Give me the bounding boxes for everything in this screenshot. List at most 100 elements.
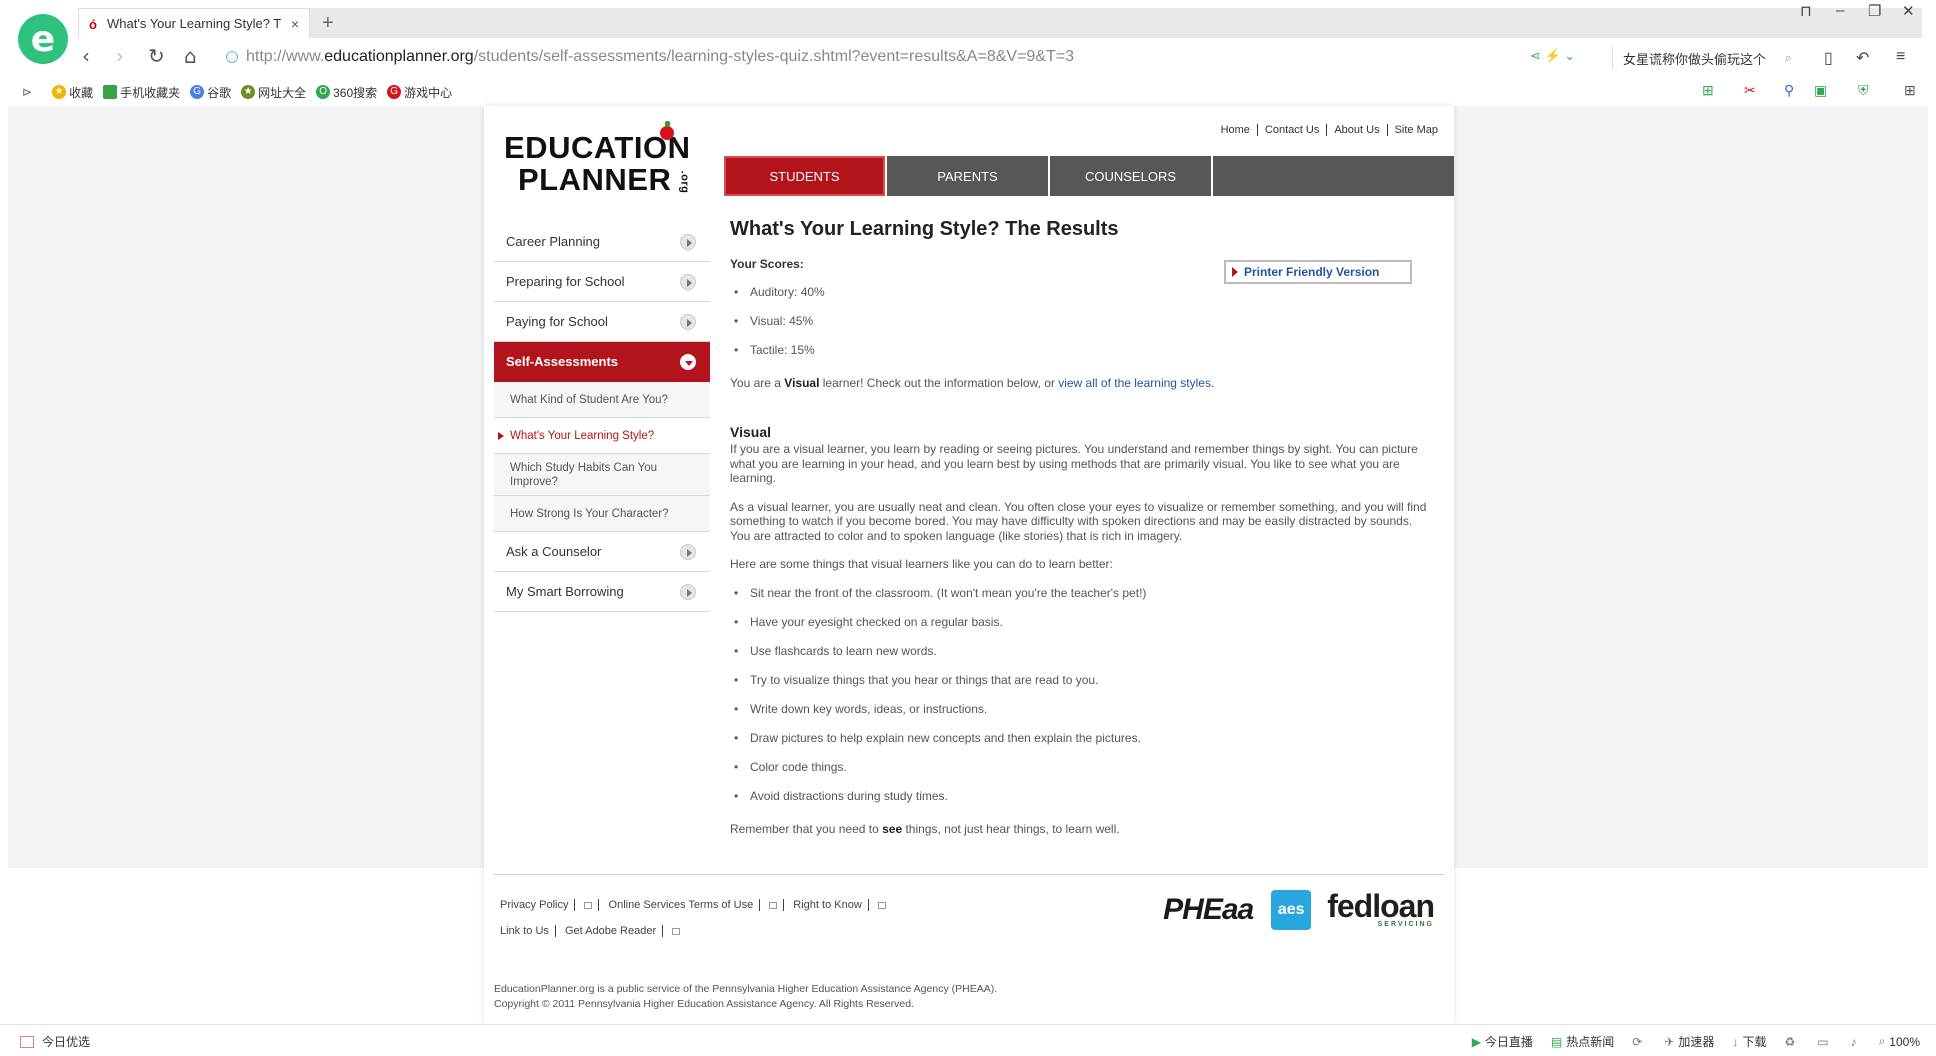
sidebar: Career Planning Preparing for School Pay… xyxy=(494,222,710,612)
gamepad-icon[interactable]: ▣ xyxy=(1814,82,1827,99)
shield-icon[interactable]: ⛨ xyxy=(1858,82,1869,99)
chevron-down-icon xyxy=(680,354,696,370)
forward-icon[interactable]: › xyxy=(116,44,124,68)
copyright: EducationPlanner.org is a public service… xyxy=(494,983,998,1010)
adobe-reader-link[interactable]: Get Adobe Reader xyxy=(564,925,686,937)
sidebar-item-preparing[interactable]: Preparing for School xyxy=(494,262,710,302)
sidebar-toggle-icon[interactable]: ⊳ xyxy=(22,85,32,99)
score-visual: Visual: 45% xyxy=(730,314,1434,343)
live-item[interactable]: ▶ 今日直播 xyxy=(1472,1033,1533,1050)
window-item[interactable]: ▭ xyxy=(1817,1035,1832,1049)
search-suggestion: 女星谎称你做头偷玩这个 xyxy=(1623,51,1767,67)
sidebar-subitem-character[interactable]: How Strong Is Your Character? xyxy=(494,496,710,532)
address-toolbar: ‹ › ↻ ⌂ http://www. educationplanner.org /… xyxy=(0,40,1936,76)
link-to-us-link[interactable]: Link to Us xyxy=(500,925,556,937)
terms-link[interactable]: Online Services Terms of Use xyxy=(608,899,785,911)
sidebar-item-career[interactable]: Career Planning xyxy=(494,222,710,262)
bookmark-games[interactable]: G 游戏中心 xyxy=(387,84,452,101)
menu-icon[interactable]: ≡ xyxy=(1896,48,1905,66)
address-bar[interactable]: http://www. educationplanner.org/students… xyxy=(226,44,1526,70)
bookmark-google[interactable]: G 谷歌 xyxy=(190,84,231,101)
tab-counselors[interactable]: COUNSELORS xyxy=(1050,156,1213,196)
tab-students[interactable]: STUDENTS xyxy=(724,156,887,196)
sidebar-item-borrowing[interactable]: My Smart Borrowing xyxy=(494,572,710,612)
site-logo[interactable]: EDUCATION PLANNER .org xyxy=(504,121,704,198)
new-tab-button[interactable]: + xyxy=(322,12,334,35)
back-icon[interactable]: ‹ xyxy=(82,44,90,68)
logo-line2: PLANNER .org xyxy=(518,162,691,197)
tab-close-icon[interactable]: × xyxy=(291,16,299,32)
scores-list: Auditory: 40% Visual: 45% Tactile: 15% xyxy=(730,285,1434,372)
reload-icon[interactable]: ↻ xyxy=(148,44,165,68)
aes-logo[interactable]: aes xyxy=(1271,890,1312,930)
clean-item[interactable]: ♻ xyxy=(1784,1035,1799,1049)
bookmark-favorites[interactable]: ★ 收藏 xyxy=(52,84,93,101)
paragraph-1: If you are a visual learner, you learn b… xyxy=(730,442,1418,485)
view-all-styles-link[interactable]: view all of the learning styles xyxy=(1058,376,1211,390)
news-item[interactable]: ▤ 热点新闻 xyxy=(1551,1033,1614,1050)
zoom-icon: ⌕ xyxy=(1878,1034,1886,1048)
sidebar-item-self-assessments[interactable]: Self-Assessments xyxy=(494,342,710,382)
daily-picks[interactable]: 今日优选 xyxy=(20,1033,90,1050)
bookmarks-bar: ⊳ ★ 收藏 手机收藏夹 G 谷歌 ★ 网址大全 O 360搜索 G 游戏中心 xyxy=(0,80,1936,104)
sitemap-link[interactable]: Site Map xyxy=(1388,124,1438,136)
download-item[interactable]: ↓ 下载 xyxy=(1732,1033,1766,1050)
sidebar-subitem-learning-style[interactable]: What's Your Learning Style? xyxy=(494,418,710,454)
restore-icon[interactable]: ❐ xyxy=(1868,2,1881,20)
tab-strip: ó What's Your Learning Style? T × + xyxy=(78,8,1922,38)
sidebar-subitem-student-kind[interactable]: What Kind of Student Are You? xyxy=(494,382,710,418)
tab-parents[interactable]: PARENTS xyxy=(887,156,1050,196)
list-item: Sit near the front of the classroom. (It… xyxy=(730,586,1434,615)
zoom-item[interactable]: ⌕ 100% xyxy=(1879,1034,1920,1049)
refresh-icon: ⟳ xyxy=(1632,1034,1643,1049)
apple-logo-icon xyxy=(660,121,674,140)
right-to-know-link[interactable]: Right to Know xyxy=(793,899,891,911)
search-icon[interactable]: ⌕ xyxy=(1785,50,1792,66)
contact-link[interactable]: Contact Us xyxy=(1258,124,1328,136)
about-link[interactable]: About Us xyxy=(1327,124,1388,136)
paragraph-2: As a visual learner, you are usually nea… xyxy=(730,499,1427,543)
share-flash-icons[interactable]: ⋖ ⚡ ⌄ xyxy=(1530,48,1575,64)
chevron-right-icon xyxy=(680,234,696,250)
search-input[interactable]: 女星谎称你做头偷玩这个 ⌕ xyxy=(1612,46,1792,70)
site-info-icon[interactable] xyxy=(226,51,238,63)
home-icon[interactable]: ⌂ xyxy=(184,44,197,68)
gift-icon xyxy=(20,1035,34,1048)
list-item: Try to visualize things that you hear or… xyxy=(730,673,1434,702)
home-link[interactable]: Home xyxy=(1214,124,1258,136)
sidebar-subitem-study-habits[interactable]: Which Study Habits Can You Improve? xyxy=(494,454,710,496)
pin-icon[interactable]: ⊓ xyxy=(1800,2,1812,20)
chevron-right-icon xyxy=(680,314,696,330)
sound-item[interactable]: ♪ xyxy=(1851,1035,1861,1049)
tab-active[interactable]: ó What's Your Learning Style? T × xyxy=(78,8,310,38)
printer-friendly-button[interactable]: Printer Friendly Version xyxy=(1224,260,1412,284)
apps-grid-icon[interactable]: ⊞ xyxy=(1904,82,1916,99)
phone-icon[interactable]: ▯ xyxy=(1824,48,1833,68)
privacy-link[interactable]: Privacy Policy xyxy=(500,899,600,911)
speaker-icon: ♪ xyxy=(1850,1034,1857,1049)
external-link-icon xyxy=(877,901,886,909)
mobile-icon xyxy=(103,85,118,99)
close-window-icon[interactable]: ✕ xyxy=(1902,2,1915,20)
minimize-icon[interactable]: – xyxy=(1836,2,1844,19)
chevron-right-icon xyxy=(680,584,696,600)
bookmark-directory[interactable]: ★ 网址大全 xyxy=(241,84,306,101)
refresh-item[interactable]: ⟳ xyxy=(1632,1035,1646,1049)
undo-icon[interactable]: ↶ xyxy=(1856,48,1869,68)
bookmark-mobile[interactable]: 手机收藏夹 xyxy=(103,84,180,101)
translate-icon[interactable]: ⊞ xyxy=(1702,82,1714,99)
apple-favicon-icon: ó xyxy=(89,16,97,32)
logo-line1: EDUCATION xyxy=(504,130,691,165)
directory-icon: ★ xyxy=(241,85,256,99)
status-bar: 今日优选 ▶ 今日直播 ▤ 热点新闻 ⟳ ✈ 加速器 ↓ 下载 ♻ ▭ ♪ ⌕ 100% xyxy=(0,1024,1936,1056)
sidebar-item-counselor[interactable]: Ask a Counselor xyxy=(494,532,710,572)
sidebar-item-paying[interactable]: Paying for School xyxy=(494,302,710,342)
magnifier-icon[interactable]: ⚲ xyxy=(1784,82,1794,99)
rocket-icon: ✈ xyxy=(1664,1034,1675,1049)
pheaa-logo[interactable]: PHEaa xyxy=(1163,893,1254,927)
fedloan-logo[interactable]: fedloan SERVICING xyxy=(1327,890,1435,929)
accelerator-item[interactable]: ✈ 加速器 xyxy=(1664,1033,1714,1050)
scissors-icon[interactable]: ✂ xyxy=(1744,82,1756,99)
list-item: Have your eyesight checked on a regular … xyxy=(730,615,1434,644)
bookmark-360search[interactable]: O 360搜索 xyxy=(316,84,377,101)
